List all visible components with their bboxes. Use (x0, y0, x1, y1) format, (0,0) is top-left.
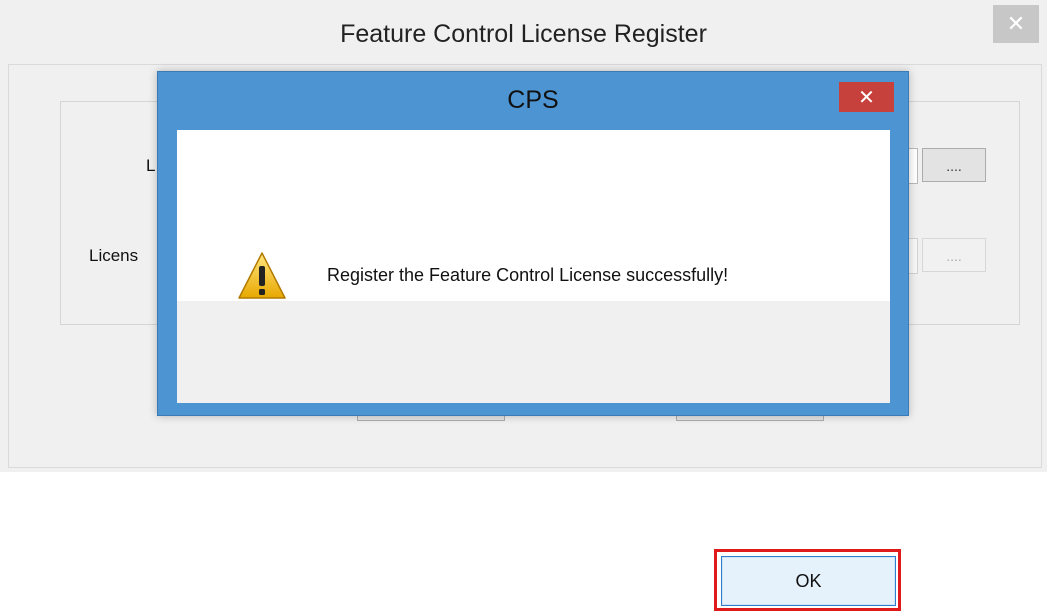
dialog-footer: OK (177, 301, 901, 611)
ok-button[interactable]: OK (721, 556, 896, 606)
dialog-message: Register the Feature Control License suc… (327, 265, 729, 285)
license-label: Licens (89, 246, 139, 265)
license-file-label: L (146, 156, 156, 175)
background-titlebar: Feature Control License Register ✕ (0, 0, 1047, 64)
browse-button-1[interactable]: .... (922, 148, 986, 182)
warning-icon (238, 252, 286, 299)
background-close-button[interactable]: ✕ (993, 5, 1039, 43)
dialog-close-button[interactable]: ✕ (839, 82, 894, 112)
dialog-body: Register the Feature Control License suc… (177, 130, 890, 301)
background-window-title: Feature Control License Register (340, 20, 707, 48)
cps-dialog: CPS ✕ Register the Feature Control Licen… (157, 71, 909, 611)
close-icon: ✕ (858, 86, 875, 109)
dialog-title: CPS (507, 86, 559, 114)
browse-button-2: .... (922, 238, 986, 272)
